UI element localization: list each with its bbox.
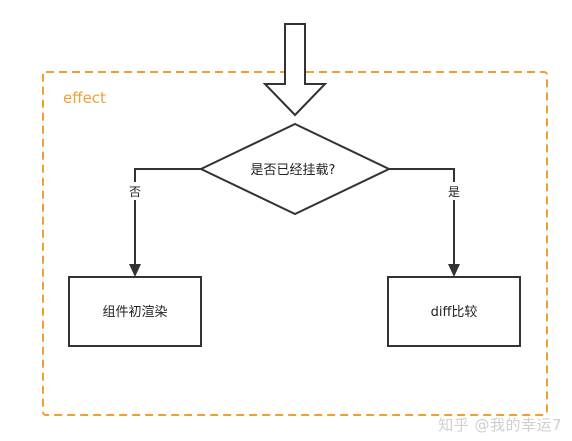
effect-label: effect [63,89,106,107]
box-diff-compare-text: diff比较 [431,305,478,320]
branch-yes-label: 是 [448,185,460,199]
connector-no [134,168,201,266]
branch-no-label: 否 [129,185,141,199]
entry-arrow [262,23,328,117]
flowchart: effect 是否已经挂载? 否 是 组件初渲染 diff比较 [42,23,548,416]
watermark: 知乎 @我的幸运7 [438,416,562,434]
connector-yes [389,168,455,266]
arrowhead-yes [448,264,460,277]
box-initial-render-text: 组件初渲染 [102,305,167,320]
arrowhead-no [129,264,141,277]
decision-text: 是否已经挂载? [251,163,336,178]
